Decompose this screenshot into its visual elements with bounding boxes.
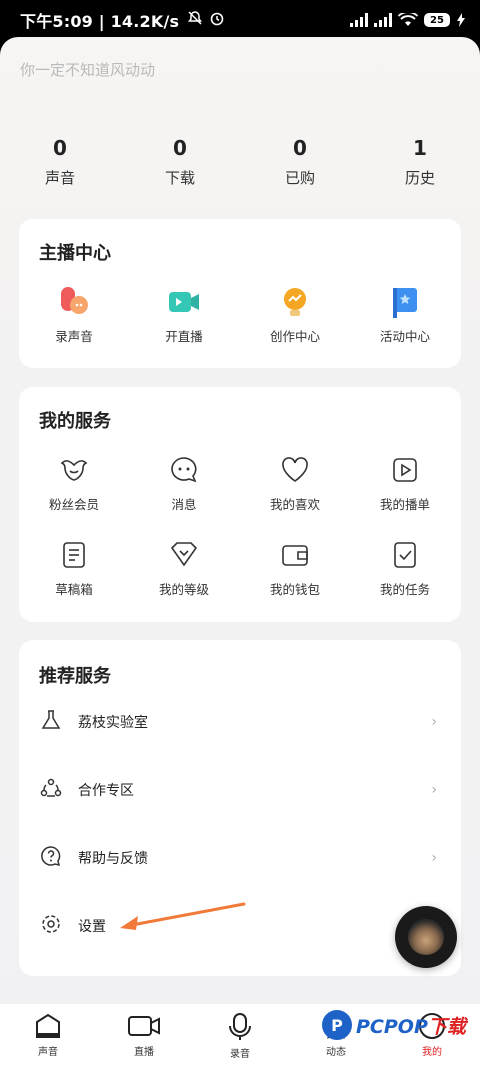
- my-tasks-label: 我的任务: [379, 582, 430, 597]
- cooperation-label: 合作专区: [78, 783, 134, 799]
- creation-center-label: 创作中心: [269, 329, 320, 344]
- microphone-icon: [210, 1012, 270, 1042]
- pcpop-watermark-text: PCPOP下载: [356, 1012, 466, 1039]
- drafts-item[interactable]: 草稿箱: [19, 538, 129, 598]
- help-icon: [19, 845, 62, 871]
- level-icon: [129, 538, 239, 572]
- go-live-item[interactable]: 开直播: [129, 285, 239, 345]
- stat-label: 历史: [404, 169, 435, 187]
- album-cover-icon: [408, 919, 444, 955]
- profile-page: 你一定不知道风动动 0 声音 0 下载 0 已购 1 历史 主播中心 录声音 开…: [0, 37, 480, 1067]
- my-tasks-item[interactable]: 我的任务: [350, 538, 460, 598]
- record-voice-item[interactable]: 录声音: [19, 285, 129, 345]
- settings-label: 设置: [78, 919, 106, 935]
- cooperation-row[interactable]: 合作专区 ›: [19, 770, 461, 810]
- live-icon: [114, 1012, 174, 1040]
- stat-label: 下载: [164, 169, 195, 187]
- host-center-card: 主播中心 录声音 开直播 创作中心 活动中心: [19, 219, 461, 368]
- nav-me-label: 我的: [422, 1047, 442, 1058]
- stat-value: 0: [293, 136, 307, 160]
- nav-sound[interactable]: 声音: [18, 1012, 78, 1058]
- mute-icon: [187, 10, 203, 30]
- my-level-label: 我的等级: [158, 582, 209, 597]
- stat-label: 已购: [284, 169, 315, 187]
- nav-feed-label: 动态: [326, 1047, 346, 1058]
- activity-flag-icon: [350, 285, 460, 319]
- live-camera-icon: [129, 285, 239, 319]
- my-wallet-label: 我的钱包: [269, 582, 320, 597]
- my-wallet-item[interactable]: 我的钱包: [240, 538, 350, 598]
- stats-row: 0 声音 0 下载 0 已购 1 历史: [0, 135, 480, 195]
- profile-hint-text[interactable]: 你一定不知道风动动: [20, 59, 155, 80]
- nav-sound-label: 声音: [38, 1047, 58, 1058]
- record-voice-icon: [19, 285, 129, 319]
- message-icon: [129, 453, 239, 487]
- my-services-card: 我的服务 粉丝会员 消息 我的喜欢 我的播单 草稿箱 我的等级 我的钱包 我的任…: [19, 387, 461, 622]
- alarm-icon: [209, 10, 225, 30]
- heart-icon: [240, 453, 350, 487]
- chevron-right-icon: ›: [431, 782, 437, 798]
- fan-member-item[interactable]: 粉丝会员: [19, 453, 129, 513]
- recommended-title: 推荐服务: [39, 666, 111, 687]
- cooperation-icon: [19, 777, 62, 803]
- pcpop-brand: PCPOP: [356, 1015, 428, 1038]
- stat-purchased[interactable]: 0 已购: [260, 135, 340, 188]
- nav-record[interactable]: 录音: [210, 1012, 270, 1060]
- drafts-label: 草稿箱: [55, 582, 93, 597]
- signal-icon: [350, 13, 368, 27]
- nav-live[interactable]: 直播: [114, 1012, 174, 1058]
- stat-downloads[interactable]: 0 下载: [140, 135, 220, 188]
- home-sound-icon: [18, 1012, 78, 1040]
- fan-member-icon: [19, 453, 129, 487]
- my-likes-label: 我的喜欢: [269, 497, 320, 512]
- help-feedback-row[interactable]: 帮助与反馈 ›: [19, 838, 461, 878]
- wallet-icon: [240, 538, 350, 572]
- lizhi-lab-row[interactable]: 荔枝实验室 ›: [19, 702, 461, 742]
- activity-center-item[interactable]: 活动中心: [350, 285, 460, 345]
- messages-item[interactable]: 消息: [129, 453, 239, 513]
- stat-history[interactable]: 1 历史: [380, 135, 460, 188]
- annotation-arrow-icon: [120, 902, 246, 930]
- chevron-right-icon: ›: [431, 714, 437, 730]
- stat-value: 0: [173, 136, 187, 160]
- signal-icon-2: [374, 13, 392, 27]
- playlist-icon: [350, 453, 460, 487]
- task-icon: [350, 538, 460, 572]
- my-playlist-label: 我的播单: [379, 497, 430, 512]
- go-live-label: 开直播: [165, 329, 203, 344]
- record-voice-label: 录声音: [55, 329, 93, 344]
- pcpop-suffix: 下载: [427, 1015, 466, 1038]
- my-services-title: 我的服务: [39, 411, 111, 432]
- activity-center-label: 活动中心: [379, 329, 430, 344]
- stat-label: 声音: [44, 169, 75, 187]
- nav-record-label: 录音: [230, 1049, 250, 1060]
- stat-voices[interactable]: 0 声音: [20, 135, 100, 188]
- status-bar: 下午5:09 | 14.2K/s 25: [0, 0, 480, 40]
- charging-icon: [456, 13, 466, 27]
- pcpop-watermark: P PCPOP下载: [322, 1010, 466, 1040]
- stat-value: 0: [53, 136, 67, 160]
- fan-member-label: 粉丝会员: [48, 497, 99, 512]
- help-feedback-label: 帮助与反馈: [78, 851, 148, 867]
- floating-player-button[interactable]: [395, 906, 457, 968]
- pcpop-logo-icon: P: [322, 1010, 352, 1040]
- wifi-icon: [398, 13, 418, 27]
- battery-icon: 25: [424, 13, 450, 27]
- settings-gear-icon: [19, 913, 62, 939]
- stat-value: 1: [413, 136, 427, 160]
- status-time-network: 下午5:09 | 14.2K/s: [20, 12, 180, 31]
- flask-icon: [19, 709, 62, 735]
- creation-bulb-icon: [240, 285, 350, 319]
- host-center-title: 主播中心: [39, 243, 111, 264]
- messages-label: 消息: [171, 497, 197, 512]
- creation-center-item[interactable]: 创作中心: [240, 285, 350, 345]
- chevron-right-icon: ›: [431, 850, 437, 866]
- my-level-item[interactable]: 我的等级: [129, 538, 239, 598]
- my-likes-item[interactable]: 我的喜欢: [240, 453, 350, 513]
- nav-live-label: 直播: [134, 1047, 154, 1058]
- my-playlist-item[interactable]: 我的播单: [350, 453, 460, 513]
- draft-icon: [19, 538, 129, 572]
- lizhi-lab-label: 荔枝实验室: [78, 715, 148, 731]
